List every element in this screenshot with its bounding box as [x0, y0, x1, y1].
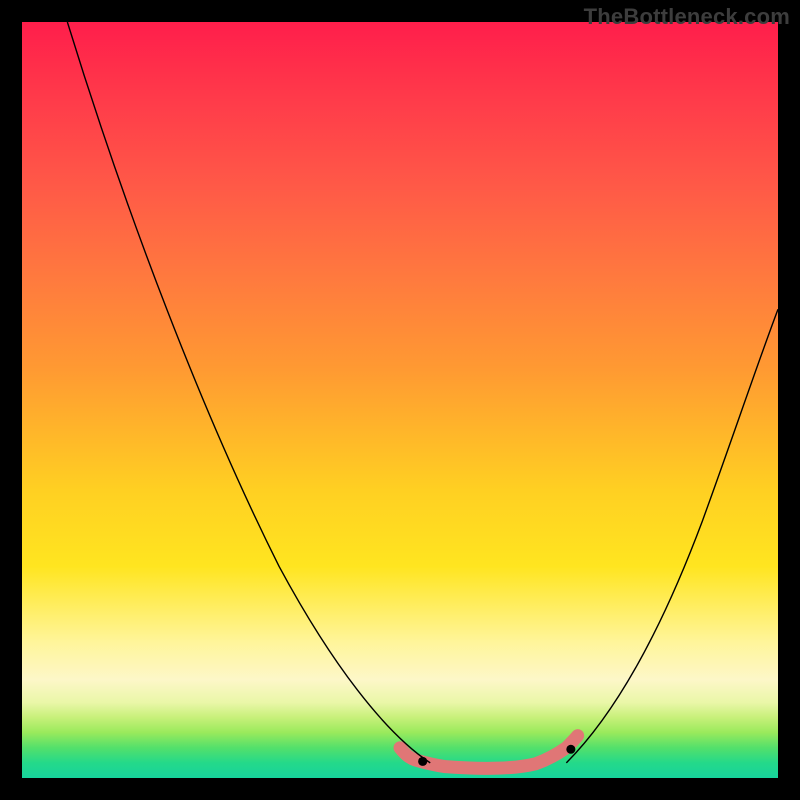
plot-area: [22, 22, 778, 778]
chart-overlay-svg: [22, 22, 778, 778]
band-end-dot-right: [566, 745, 575, 754]
chart-frame: TheBottleneck.com: [0, 0, 800, 800]
curve-right: [566, 309, 778, 763]
band-end-dot-left: [418, 757, 427, 766]
curve-left: [67, 22, 430, 763]
watermark-text: TheBottleneck.com: [584, 4, 790, 30]
